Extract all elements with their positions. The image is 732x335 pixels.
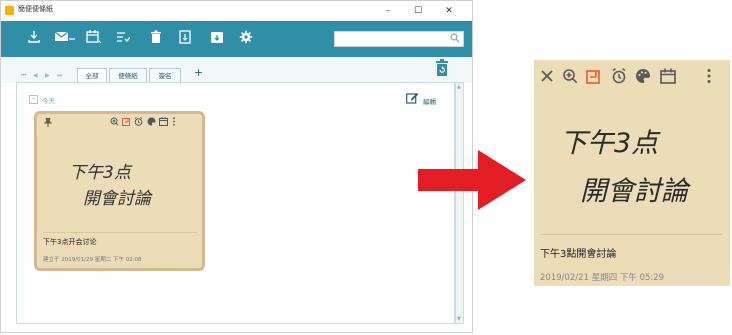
zoom-icon[interactable] (110, 117, 119, 128)
recycle-bin-icon[interactable] (434, 59, 450, 77)
handwriting-image: 下午3点 開會討論 (560, 128, 691, 207)
calendar-icon[interactable] (85, 30, 103, 48)
archive-icon[interactable] (208, 30, 226, 48)
scroll-up-icon[interactable]: ▲ (457, 84, 461, 90)
app-icon (5, 6, 14, 15)
note-divider (540, 234, 722, 235)
window-title: 簡便便條紙 (18, 5, 53, 13)
last-page-icon[interactable]: ⏭ (57, 72, 62, 80)
note-export-icon[interactable] (586, 68, 602, 89)
more-icon[interactable] (706, 68, 712, 89)
group-collapse-button[interactable]: – (29, 95, 38, 104)
svg-text:下午3点: 下午3点 (560, 128, 661, 159)
svg-text:下午3点: 下午3点 (69, 163, 133, 183)
alarm-clock-icon[interactable] (611, 68, 627, 89)
arrow-shaft (418, 169, 480, 191)
note-export-icon[interactable] (122, 117, 131, 128)
note-calendar-icon[interactable] (660, 68, 676, 89)
edit-button[interactable]: 編輯 (423, 96, 436, 106)
close-button[interactable]: ✕ (437, 1, 461, 21)
handwriting-image: 下午3点 開會討論 (69, 163, 153, 209)
note-date: 建立于 2019/01/29 星期二 下午 02:08 (43, 257, 142, 263)
note-title: 下午3点开会讨论 (43, 238, 97, 246)
note-divider (43, 232, 197, 233)
svg-text:開會討論: 開會討論 (580, 176, 691, 207)
next-page-icon[interactable]: ▶ (45, 72, 50, 79)
note-calendar-icon[interactable] (159, 117, 168, 128)
mail-icon[interactable] (53, 30, 77, 48)
tab-signature[interactable]: 簽名 (149, 68, 181, 82)
maximize-button[interactable]: ☐ (406, 1, 430, 21)
prev-page-icon[interactable]: ◀ (33, 72, 38, 79)
tab-all[interactable]: 全部 (77, 68, 107, 83)
more-icon[interactable] (172, 117, 176, 128)
note-card[interactable]: 下午3点 開會討論 下午3点开会讨论 建立于 2019/01/29 星期二 下午… (34, 111, 205, 271)
pin-icon[interactable] (43, 117, 53, 129)
zoom-icon[interactable] (562, 68, 578, 89)
first-page-icon[interactable]: ⏮ (21, 72, 26, 80)
search-icon[interactable] (450, 33, 460, 48)
palette-icon[interactable] (147, 117, 156, 128)
title-bar: 簡便便條紙 – ☐ ✕ (1, 1, 472, 21)
tab-notes[interactable]: 便條紙 (109, 68, 147, 82)
toolbar (1, 21, 472, 57)
vertical-scrollbar[interactable]: ▲ ▼ (455, 82, 464, 324)
download-icon[interactable] (25, 30, 43, 48)
gear-icon[interactable] (237, 30, 255, 48)
tab-bar: ⏮ ◀ ▶ ⏭ 全部 便條紙 簽名 + (1, 57, 472, 83)
svg-text:開會討論: 開會討論 (83, 189, 153, 209)
minimize-button[interactable]: – (376, 1, 400, 21)
search-input[interactable] (334, 31, 464, 47)
add-tab-button[interactable]: + (194, 66, 203, 79)
note-date: 2019/02/21 星期四 下午 05:29 (540, 273, 665, 283)
export-icon[interactable] (176, 30, 194, 48)
palette-icon[interactable] (635, 68, 651, 89)
trash-icon[interactable] (147, 30, 165, 48)
note-title: 下午3點開會討論 (540, 249, 617, 260)
scroll-down-icon[interactable]: ▼ (457, 316, 461, 322)
arrow-head (478, 150, 526, 210)
group-label: 今天 (42, 97, 55, 105)
zoomed-note-card: 下午3点 開會討論 下午3點開會討論 2019/02/21 星期四 下午 05:… (534, 60, 730, 286)
edit-icon[interactable] (406, 92, 419, 107)
checklist-icon[interactable] (114, 30, 132, 48)
alarm-clock-icon[interactable] (134, 117, 143, 128)
close-icon[interactable] (540, 68, 554, 88)
